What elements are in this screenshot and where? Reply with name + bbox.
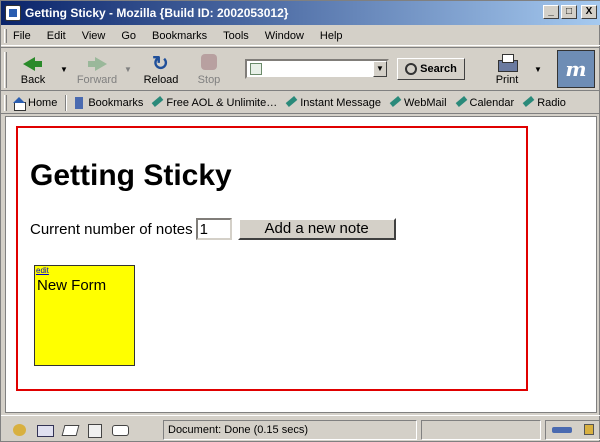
- address-book-icon[interactable]: [86, 423, 104, 438]
- title-bar: Getting Sticky - Mozilla {Build ID: 2002…: [1, 1, 600, 25]
- mozilla-throbber-logo[interactable]: m: [557, 50, 595, 88]
- back-history-dropdown[interactable]: ▼: [59, 65, 69, 74]
- forward-label: Forward: [76, 73, 118, 86]
- security-lock-icon[interactable]: [584, 424, 594, 435]
- note-count-row: Current number of notes Add a new note: [30, 218, 396, 240]
- forward-arrow-icon: [86, 53, 108, 73]
- menu-bar: File Edit View Go Bookmarks Tools Window…: [1, 26, 600, 46]
- personal-item-label: WebMail: [403, 96, 447, 109]
- page-proxy-icon[interactable]: [250, 63, 262, 75]
- status-bar: Document: Done (0.15 secs): [1, 415, 600, 442]
- personal-item-label: Radio: [537, 96, 566, 109]
- personal-item-label: Bookmarks: [88, 96, 144, 109]
- personal-item-instant-message[interactable]: Instant Message: [285, 97, 381, 109]
- window-controls: _ □ X: [543, 5, 597, 19]
- chat-icon[interactable]: [111, 423, 129, 437]
- personal-item-webmail[interactable]: WebMail: [389, 97, 447, 109]
- personal-toolbar: Home Bookmarks Free AOL & Unlimite… Inst…: [1, 92, 600, 114]
- status-text: Document: Done (0.15 secs): [163, 419, 417, 440]
- page-title: Getting Sticky: [30, 159, 232, 192]
- back-button[interactable]: Back: [11, 53, 55, 86]
- sticky-board: Getting Sticky Current number of notes A…: [16, 126, 528, 391]
- toolbar-grip[interactable]: [4, 29, 7, 43]
- page-content: Getting Sticky Current number of notes A…: [5, 116, 597, 413]
- status-indicators: [545, 419, 600, 440]
- component-bar: [1, 419, 163, 441]
- maximize-button[interactable]: □: [561, 5, 577, 19]
- back-label: Back: [20, 73, 46, 86]
- personal-item-label: Free AOL & Unlimite…: [166, 96, 278, 109]
- print-label: Print: [495, 73, 519, 86]
- bookmark-link-icon: [455, 97, 468, 109]
- toolbar-separator: [65, 94, 68, 111]
- mozilla-app-icon: [5, 5, 21, 21]
- personal-item-radio[interactable]: Radio: [522, 97, 566, 109]
- add-note-button[interactable]: Add a new note: [237, 218, 396, 240]
- back-arrow-icon: [22, 53, 44, 73]
- online-status-icon[interactable]: [552, 426, 572, 433]
- personal-item-calendar[interactable]: Calendar: [455, 97, 515, 109]
- forward-button[interactable]: Forward: [75, 53, 119, 86]
- print-options-dropdown[interactable]: ▼: [533, 65, 543, 74]
- note-text: New Form: [37, 277, 107, 294]
- bookmark-link-icon: [522, 97, 535, 109]
- print-button[interactable]: Print: [485, 53, 529, 86]
- bookmarks-icon: [73, 96, 86, 109]
- note-edit-link[interactable]: edit: [36, 266, 49, 275]
- search-label: Search: [420, 63, 457, 75]
- search-icon: [405, 63, 418, 75]
- search-button[interactable]: Search: [397, 58, 465, 80]
- composer-icon[interactable]: [61, 423, 79, 437]
- stop-icon: [198, 53, 220, 73]
- note-count-field[interactable]: [195, 218, 232, 240]
- note-count-label: Current number of notes: [30, 220, 193, 238]
- home-icon: [13, 96, 26, 111]
- menu-tools[interactable]: Tools: [221, 30, 251, 42]
- forward-history-dropdown[interactable]: ▼: [123, 65, 133, 74]
- personal-item-label: Home: [28, 96, 58, 109]
- url-input[interactable]: [265, 62, 387, 76]
- personal-item-label: Instant Message: [300, 96, 381, 109]
- personal-item-label: Calendar: [469, 96, 515, 109]
- menu-bookmarks[interactable]: Bookmarks: [150, 30, 209, 42]
- menu-go[interactable]: Go: [119, 30, 138, 42]
- reload-icon: [150, 51, 172, 76]
- sticky-note[interactable]: edit New Form: [34, 265, 135, 366]
- printer-icon: [496, 53, 518, 73]
- personal-item-bookmarks[interactable]: Bookmarks: [73, 96, 144, 109]
- bookmark-link-icon: [389, 97, 402, 109]
- window-title: Getting Sticky - Mozilla {Build ID: 2002…: [25, 6, 289, 20]
- minimize-button[interactable]: _: [543, 5, 559, 19]
- toolbar-grip[interactable]: [4, 95, 7, 111]
- menu-file[interactable]: File: [11, 30, 33, 42]
- stop-label: Stop: [197, 73, 221, 86]
- personal-item-home[interactable]: Home: [13, 96, 58, 111]
- personal-item-free-aol[interactable]: Free AOL & Unlimite…: [151, 97, 277, 109]
- navigator-icon[interactable]: [11, 423, 29, 437]
- menu-window[interactable]: Window: [263, 30, 306, 42]
- menu-view[interactable]: View: [80, 30, 108, 42]
- toolbar-grip[interactable]: [4, 52, 7, 88]
- mail-icon[interactable]: [36, 423, 54, 437]
- navigation-toolbar: Back ▼ Forward ▼ Reload Stop ▼ Search Pr…: [1, 47, 600, 91]
- stop-button[interactable]: Stop: [187, 53, 231, 86]
- menu-edit[interactable]: Edit: [45, 30, 68, 42]
- progress-panel: [421, 419, 541, 440]
- url-bar[interactable]: ▼: [245, 59, 389, 79]
- close-button[interactable]: X: [581, 5, 597, 19]
- menu-help[interactable]: Help: [318, 30, 345, 42]
- browser-window: Getting Sticky - Mozilla {Build ID: 2002…: [0, 0, 600, 442]
- bookmark-link-icon: [151, 97, 164, 109]
- bookmark-link-icon: [285, 97, 298, 109]
- url-history-dropdown[interactable]: ▼: [373, 61, 387, 77]
- reload-button[interactable]: Reload: [139, 51, 183, 86]
